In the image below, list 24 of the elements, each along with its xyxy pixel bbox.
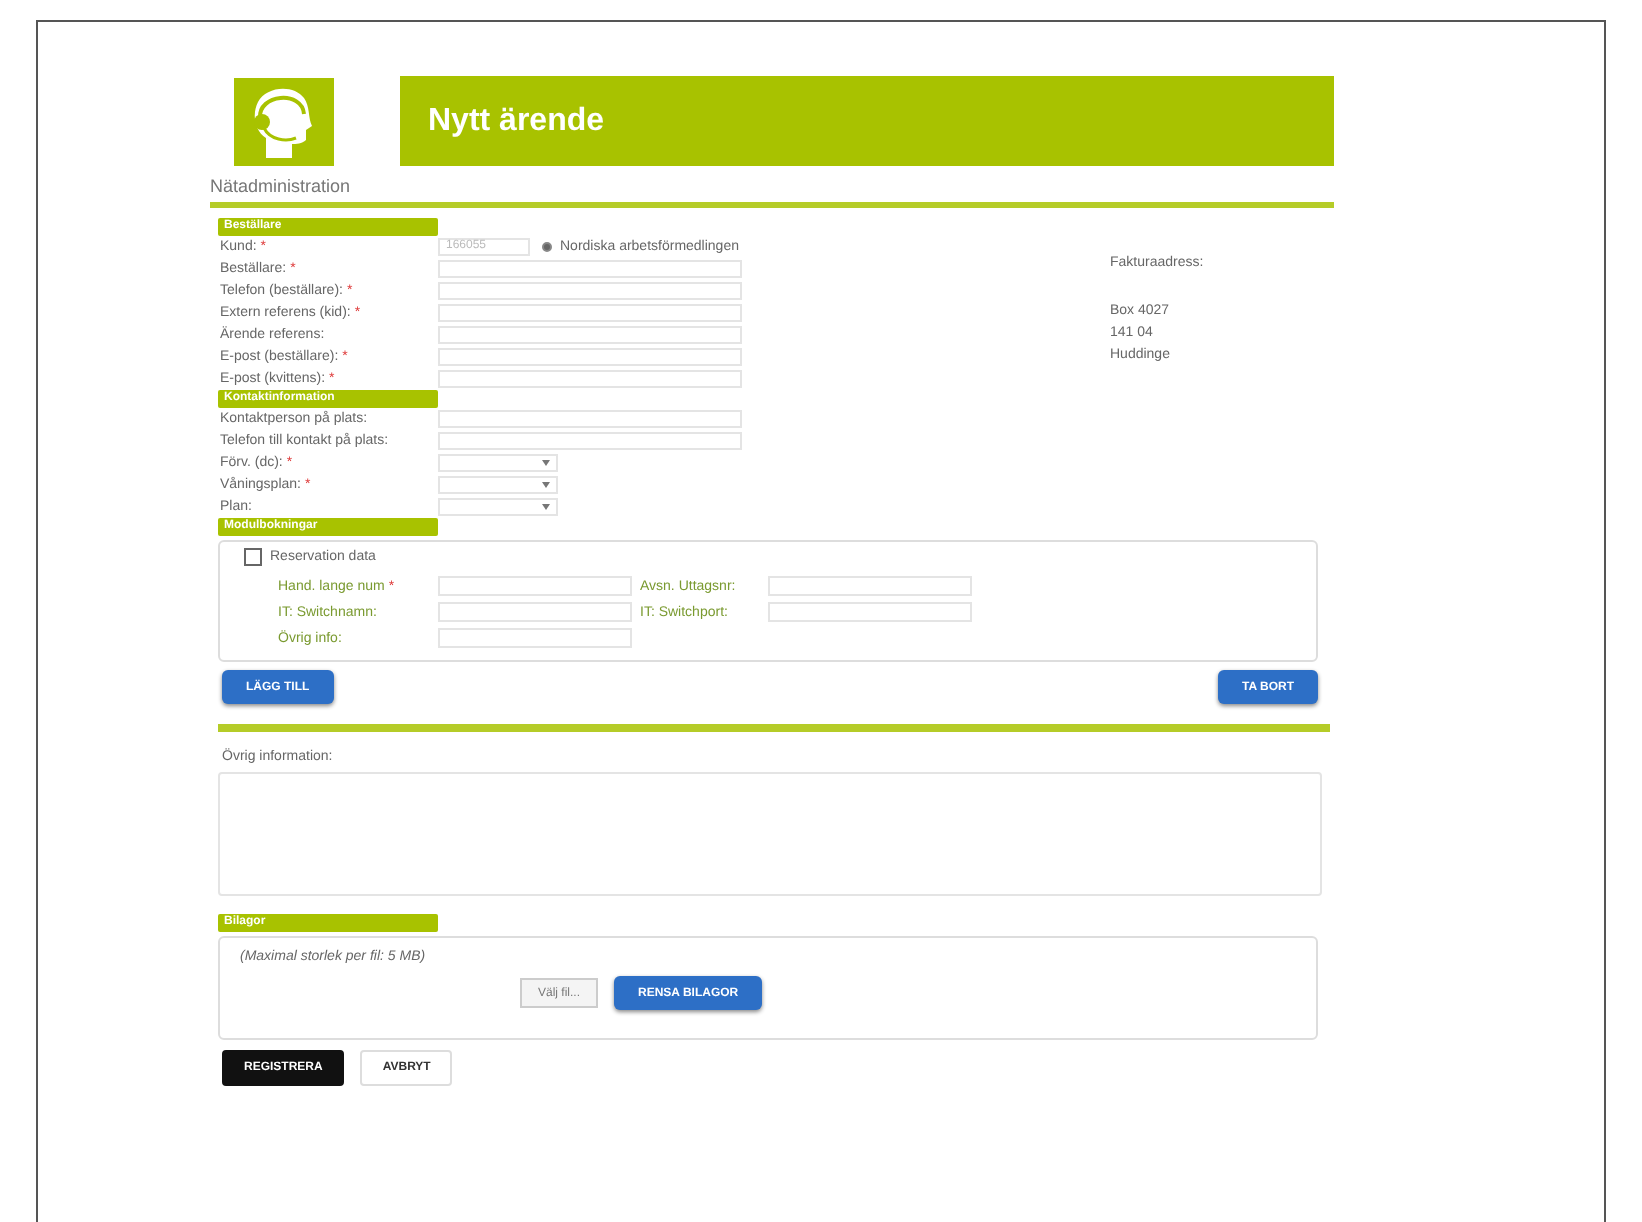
dropdown-arrow-icon <box>542 482 550 488</box>
radio-button[interactable] <box>542 242 552 252</box>
input-field[interactable] <box>768 602 972 622</box>
input-field[interactable] <box>768 576 972 596</box>
input-field[interactable] <box>438 348 742 366</box>
input-field[interactable] <box>438 410 742 428</box>
text-area[interactable] <box>218 772 1322 896</box>
input-field[interactable] <box>438 602 632 622</box>
input-field[interactable] <box>438 370 742 388</box>
dropdown-arrow-icon <box>542 504 550 510</box>
checkbox[interactable] <box>244 548 262 566</box>
dropdown[interactable] <box>438 498 558 516</box>
input-field[interactable] <box>438 304 742 322</box>
input-field[interactable] <box>438 282 742 300</box>
input-field[interactable] <box>438 628 632 648</box>
page-title: Nytt ärende <box>400 76 1334 166</box>
dropdown[interactable] <box>438 454 558 472</box>
input-field[interactable] <box>438 576 632 596</box>
input-field[interactable] <box>438 260 742 278</box>
input-field[interactable] <box>438 326 742 344</box>
site-name: Nätadministration <box>210 176 351 196</box>
input-field[interactable] <box>438 432 742 450</box>
dropdown-arrow-icon <box>542 460 550 466</box>
dropdown[interactable] <box>438 476 558 494</box>
